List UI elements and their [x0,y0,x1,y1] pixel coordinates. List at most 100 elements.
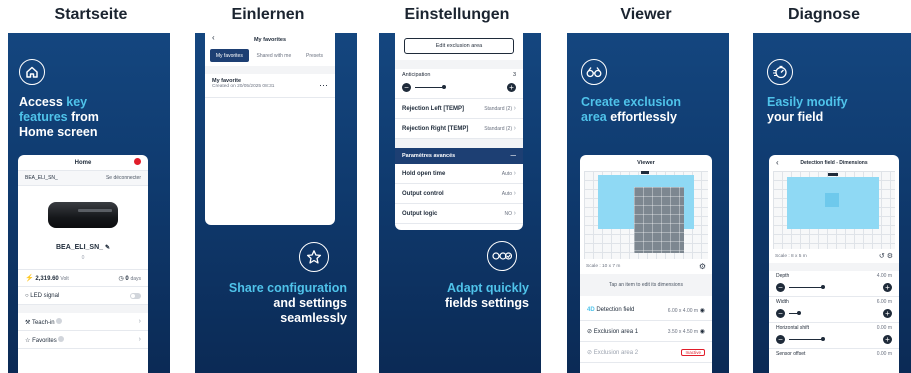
device-label: BEA_ELI_SN_ [25,175,58,181]
panel-einlernen: ‹ My favorites My favorites Shared with … [195,33,357,373]
favorites-phone: ‹ My favorites My favorites Shared with … [205,33,335,225]
exclusion-area-1-shape[interactable] [634,187,684,253]
advanced-settings-header[interactable]: Paramètres avancés — [395,148,523,164]
viewer-phone: Viewer Scale : 10 x 7 m ⚙ Tap an item to… [580,155,712,373]
star-outline-icon: ☆ [25,337,31,344]
teach-in-row[interactable]: ⚒ Teach-in › [18,313,148,331]
inactive-badge: Inactive [681,348,705,356]
title-einlernen: Einlernen [231,6,305,23]
device-image [18,186,148,244]
sensor-offset-control: Sensor offset 0.00 m [776,351,892,357]
anticipation-value: 3 [512,72,516,78]
anticipation-label: Anticipation [402,72,431,78]
tab-shared-with-me[interactable]: Shared with me [249,49,299,62]
binoculars-icon [581,59,607,85]
stats-row: ⚡ 2,319.60 Volt ◷ 0 days [18,269,148,287]
plus-button[interactable]: + [507,83,516,92]
history-icon[interactable]: ↺ [879,253,885,260]
title-viewer: Viewer [620,6,672,23]
hshift-plus-button[interactable]: + [883,335,892,344]
panel-einstellungen: Edit exclusion area Anticipation 3 − + R… [379,33,541,373]
depth-control: Depth 4.00 m − + [769,271,899,297]
led-signal-row[interactable]: ○ LED signal [18,287,148,305]
viewer-title: Viewer [637,160,655,166]
phone-header: Home [18,155,148,171]
slider-thumb[interactable] [442,85,446,89]
collapse-icon[interactable]: — [511,153,517,159]
settings-gear-icon[interactable]: ⚙ [699,262,706,271]
exclusion-icon: ⊘ [587,328,593,335]
hold-open-row[interactable]: Hold open time Auto › [395,164,523,184]
depth-minus-button[interactable]: − [776,283,785,292]
home-icon [19,59,45,85]
chevron-right-icon: › [138,318,141,325]
edit-pencil-icon[interactable]: ✎ [105,245,110,251]
favorites-header: ‹ My favorites [205,33,335,44]
depth-slider[interactable] [789,287,823,288]
sensor-zone [825,193,839,207]
dimensions-grid [773,171,895,249]
clock-icon: ◷ [118,275,124,282]
hshift-minus-button[interactable]: − [776,335,785,344]
favorites-row[interactable]: ☆ Favorites › [18,331,148,349]
width-minus-button[interactable]: − [776,309,785,318]
exclusion-icon: ⊘ [587,349,593,356]
device-name: BEA_ELI_SN_ ✎ [55,244,111,251]
back-icon[interactable]: ‹ [212,33,215,42]
sensor-marker [641,171,649,174]
home-screen-phone: Home BEA_ELI_SN_ Se déconnecter BEA_ELI_… [18,155,148,373]
wrench-icon: ⚒ [25,319,31,326]
dimensions-title: Detection field - Dimensions [800,160,868,166]
detection-field-row[interactable]: 4D Detection field 6.00 x 4.00 m ◉ [580,300,712,321]
back-icon[interactable]: ‹ [776,158,779,167]
eye-icon[interactable]: ◉ [700,329,705,335]
panel-startseite: Access key features from Home screen Hom… [8,33,170,373]
title-diagnose: Diagnose [787,6,860,23]
adapt-fields-icon[interactable] [487,241,517,271]
minus-button[interactable]: − [402,83,411,92]
viewer-scale: Scale : 10 x 7 m [586,264,621,269]
favorite-item-date: Created on 20/05/2025 08:31 [212,84,275,89]
output-logic-row[interactable]: Output logic NO › [395,204,523,224]
device-bar: BEA_ELI_SN_ Se déconnecter [18,171,148,186]
output-control-row[interactable]: Output control Auto › [395,184,523,204]
diagnostic-gauge-icon [767,59,793,85]
hshift-slider[interactable] [789,339,823,340]
width-control: Width 6.00 m − + [769,297,899,323]
headline-home: Access key features from Home screen [19,95,99,139]
logout-link[interactable]: Se déconnecter [106,175,141,181]
anticipation-block: Anticipation 3 − + [395,69,523,99]
notification-bell-icon[interactable] [134,158,141,165]
title-einstellungen: Einstellungen [404,6,510,23]
horizontal-shift-control: Horizontal shift 0.00 m − + [769,323,899,349]
tab-my-favorites[interactable]: My favorites [210,49,249,62]
dimensions-scale: Scale : 8 x 5 m [775,253,807,259]
headline-modify: Easily modify your field [767,95,848,124]
panel-diagnose: Easily modify your field ‹ Detection fie… [753,33,911,373]
exclusion-area-1-row[interactable]: ⊘ Exclusion area 1 3.50 x 4.50 m ◉ [580,321,712,342]
headline-adapt: Adapt quickly fields settings [444,281,529,310]
settings-gear-icon[interactable]: ⚙ [887,253,893,260]
anticipation-slider[interactable] [415,87,445,88]
favorites-tabs: My favorites Shared with me Presets [210,49,330,62]
favorites-title: My favorites [253,36,287,43]
viewer-hint: Tap an item to edit its dimensions [580,274,712,296]
title-startseite: Startseite [54,6,128,23]
device-count: 0 [81,255,85,261]
more-options-icon[interactable]: ⋯ [319,80,328,91]
tab-presets[interactable]: Presets [299,49,330,62]
rejection-left-row[interactable]: Rejection Left [TEMP] Standard (2) › [395,99,523,119]
eye-icon[interactable]: ◉ [700,308,705,314]
favorite-item[interactable]: My favorite Created on 20/05/2025 08:31 … [205,74,335,98]
bulb-icon: ○ [25,292,29,299]
rejection-right-row[interactable]: Rejection Right [TEMP] Standard (2) › [395,119,523,139]
width-plus-button[interactable]: + [883,309,892,318]
exclusion-area-2-row[interactable]: ⊘ Exclusion area 2 Inactive [580,342,712,363]
depth-plus-button[interactable]: + [883,283,892,292]
star-icon[interactable] [299,242,329,272]
led-toggle[interactable] [130,292,141,299]
panel-viewer: Create exclusion area effortlessly Viewe… [567,33,729,373]
edit-exclusion-button[interactable]: Edit exclusion area [404,38,514,54]
phone-title: Home [74,159,92,166]
sensor-marker [828,173,838,176]
